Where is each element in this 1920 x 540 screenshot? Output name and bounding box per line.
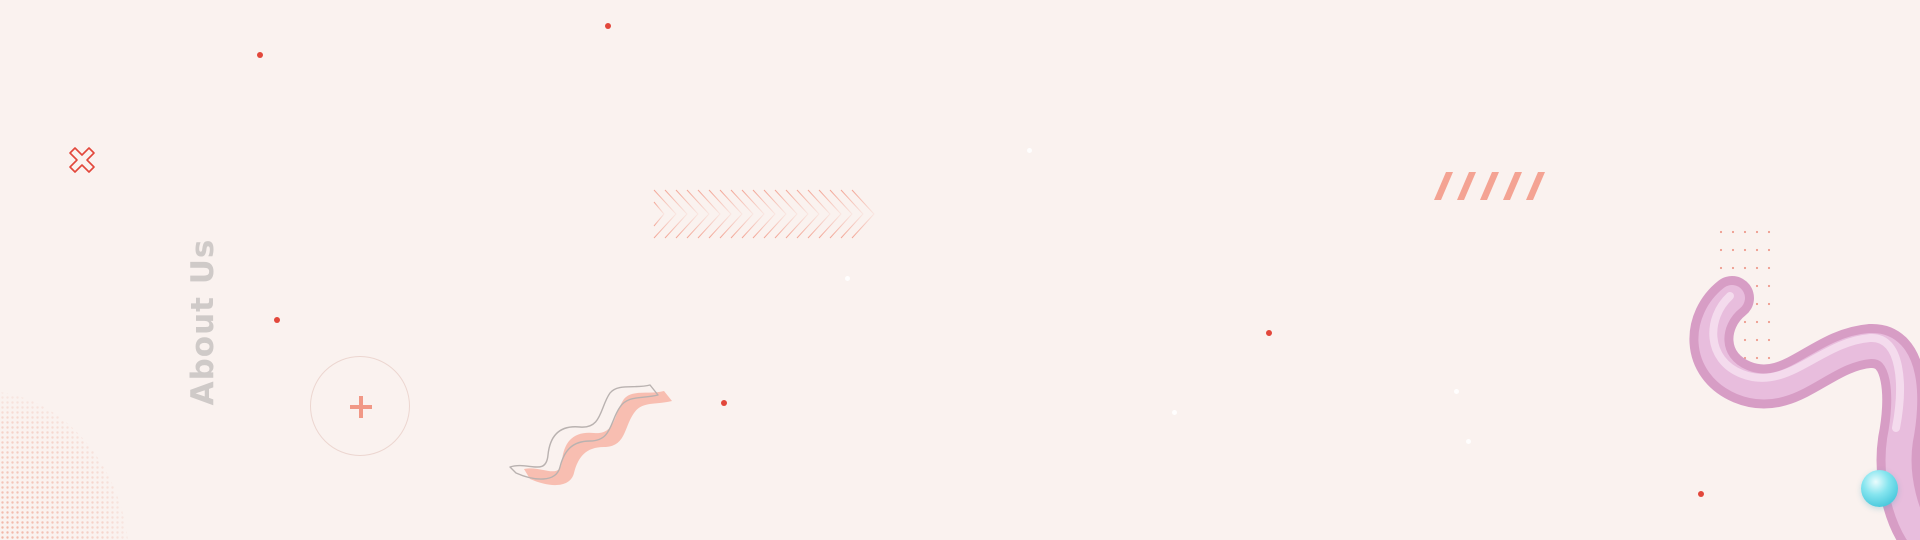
wavy-ribbon-shape — [509, 384, 672, 486]
section-title: About Us — [185, 238, 221, 406]
decorative-sparkle — [1172, 410, 1177, 415]
plus-circle — [310, 356, 410, 456]
hero-banner: About Us — [0, 0, 1920, 540]
decorative-sparkle — [1466, 439, 1471, 444]
chevron-arrows-pattern — [653, 189, 875, 239]
decorative-dot — [274, 317, 280, 323]
decorative-dot — [721, 400, 727, 406]
decorative-dot — [257, 52, 263, 58]
cross-outline-icon — [69, 147, 95, 173]
decorative-sparkle — [1454, 389, 1459, 394]
glossy-sphere — [1861, 470, 1898, 507]
halftone-dot-pattern — [0, 392, 128, 540]
decorative-sparkle — [1027, 148, 1032, 153]
decorative-dot — [1266, 330, 1272, 336]
slanted-stripes — [1434, 172, 1545, 200]
decorative-dot — [605, 23, 611, 29]
decorative-sparkle — [845, 276, 850, 281]
